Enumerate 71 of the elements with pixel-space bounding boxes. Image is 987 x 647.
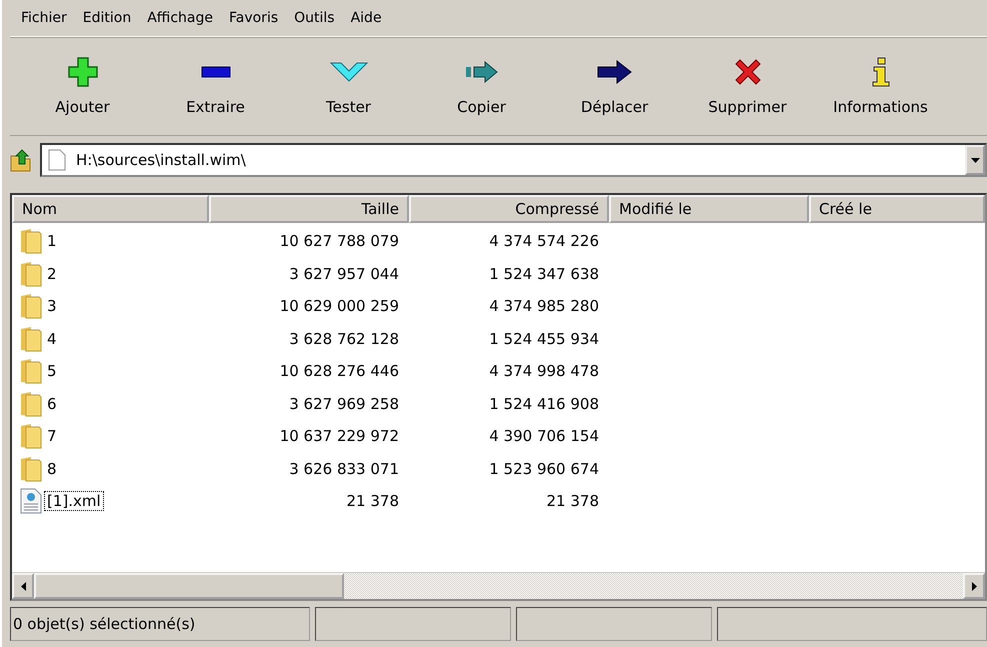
toolbar-button[interactable]: Supprimer bbox=[681, 37, 814, 135]
table-cell-text: 3 627 969 258 bbox=[288, 394, 400, 413]
folder-icon bbox=[20, 260, 42, 287]
folder-icon bbox=[20, 228, 42, 254]
table-cell-text: 21 378 bbox=[346, 492, 400, 510]
address-field[interactable]: H:\sources\install.wim\ bbox=[74, 150, 957, 170]
file-name[interactable]: 1 bbox=[44, 231, 60, 252]
dropdown-button[interactable] bbox=[965, 145, 985, 175]
file-name[interactable]: 7 bbox=[44, 426, 60, 446]
table-cell-text: 4 390 706 154 bbox=[488, 427, 600, 446]
arrow-right-icon[interactable] bbox=[972, 582, 976, 590]
toolbar-button[interactable]: Extraire bbox=[149, 37, 282, 135]
table-cell-text: 3 626 833 071 bbox=[288, 460, 400, 478]
menu-item[interactable]: Favoris bbox=[222, 7, 286, 29]
toolbar-button[interactable]: Informations bbox=[814, 37, 947, 135]
table-cell-text: 21 378 bbox=[546, 492, 600, 510]
folder-icon bbox=[20, 390, 42, 417]
column-header[interactable]: Nom bbox=[12, 195, 209, 223]
address-bar[interactable]: H:\sources\install.wim\ bbox=[40, 143, 987, 177]
file-name[interactable]: 6 bbox=[44, 394, 60, 414]
info-icon bbox=[870, 57, 890, 87]
table-cell-text: 10 637 229 972 bbox=[278, 427, 400, 446]
menu-item[interactable]: Outils bbox=[287, 7, 342, 29]
folder-icon bbox=[20, 423, 42, 450]
table-cell-text: 10 627 788 079 bbox=[278, 232, 400, 250]
column-header[interactable]: Compressé bbox=[409, 195, 609, 223]
close-icon bbox=[734, 58, 762, 86]
folder-icon bbox=[20, 326, 42, 352]
document-icon bbox=[48, 149, 66, 171]
menu-item[interactable]: Aide bbox=[344, 7, 389, 29]
toolbar-button[interactable]: Copier bbox=[415, 37, 548, 135]
column-header[interactable]: Taille bbox=[209, 195, 409, 223]
arrow-left-icon[interactable] bbox=[20, 582, 26, 590]
column-header[interactable]: Créé le bbox=[809, 195, 985, 223]
table-cell-text: 1 524 416 908 bbox=[488, 394, 600, 413]
arrow-right-icon bbox=[596, 60, 632, 84]
toolbar-button[interactable]: Déplacer bbox=[548, 37, 681, 135]
horizontal-scrollbar[interactable] bbox=[12, 572, 985, 599]
table-cell-text: 1 524 347 638 bbox=[488, 264, 600, 283]
status-pane: 0 objet(s) sélectionné(s) bbox=[10, 607, 310, 641]
folder-icon bbox=[20, 293, 42, 320]
table-cell-text: 4 374 985 280 bbox=[488, 297, 600, 316]
file-name[interactable]: 8 bbox=[44, 458, 60, 479]
table-cell-text: 10 628 276 446 bbox=[278, 362, 400, 380]
table-cell-text: 1 524 455 934 bbox=[488, 330, 600, 348]
file-name[interactable]: 5 bbox=[44, 361, 60, 382]
folder-up-icon[interactable] bbox=[10, 148, 32, 172]
table-cell-text: 4 374 998 478 bbox=[488, 362, 600, 380]
menu-item[interactable]: Affichage bbox=[140, 7, 220, 29]
file-name[interactable]: [1].xml bbox=[44, 491, 104, 512]
menu-item[interactable]: Fichier bbox=[14, 7, 74, 29]
minus-icon bbox=[200, 66, 230, 78]
folder-icon bbox=[20, 456, 42, 482]
plus-icon bbox=[68, 57, 98, 87]
file-name[interactable]: 3 bbox=[44, 296, 60, 316]
toolbar-button[interactable]: Ajouter bbox=[16, 37, 149, 135]
folder-icon bbox=[20, 358, 42, 384]
menu-item[interactable]: Edition bbox=[76, 7, 138, 29]
table-cell-text: 3 627 957 044 bbox=[288, 264, 400, 283]
file-name[interactable]: 2 bbox=[44, 264, 60, 284]
table-cell-text: 10 629 000 259 bbox=[278, 297, 400, 316]
xml-file-icon bbox=[20, 488, 42, 514]
table-cell-text: 1 523 960 674 bbox=[488, 460, 600, 478]
table-cell-text: 4 374 574 226 bbox=[488, 232, 600, 250]
caret-down-icon bbox=[970, 158, 980, 162]
file-name[interactable]: 4 bbox=[44, 328, 60, 349]
chevron-down-icon bbox=[330, 62, 368, 82]
table-cell-text: 3 628 762 128 bbox=[288, 330, 400, 348]
column-header[interactable]: Modifié le bbox=[609, 195, 809, 223]
arrow-right-icon bbox=[464, 61, 498, 83]
toolbar-button[interactable]: Tester bbox=[282, 37, 415, 135]
